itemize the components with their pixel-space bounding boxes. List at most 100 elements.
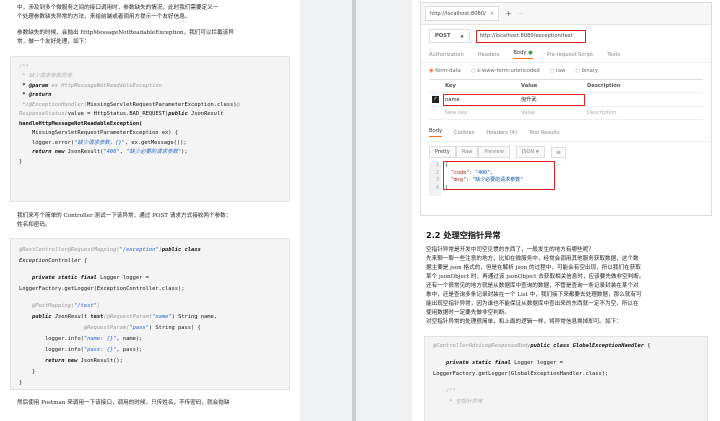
text-line: 空指针异常是开发中司空见惯的东西了，一般发生的地方有哪些呢？ bbox=[426, 247, 594, 253]
code-token: Logger logger = bbox=[510, 360, 563, 366]
code-line: private static final Logger logger = bbox=[433, 358, 699, 369]
tab-body[interactable]: Body ● bbox=[513, 50, 533, 59]
postman-url-row: POST ▼ http://localhost:8080/exception/t… bbox=[421, 25, 711, 47]
code-line: } bbox=[19, 158, 23, 165]
code-token: ex HttpMessageNotReadableException bbox=[48, 82, 162, 89]
code-line: @RestController@RequestMapping("/excepti… bbox=[19, 245, 281, 256]
code-token: "pass" bbox=[129, 325, 149, 332]
json-value: "缺少必要的请求参数" bbox=[472, 177, 524, 183]
radio-selected-icon: ◉ bbox=[429, 68, 434, 74]
code-block-exception-handler: /** * 缺少请求参数异常 * @param ex HttpMessageNo… bbox=[10, 55, 290, 202]
code-token: test bbox=[87, 314, 104, 321]
new-value-placeholder[interactable]: Value bbox=[521, 110, 587, 116]
code-token: */@ExceptionHandler( bbox=[19, 101, 88, 108]
code-line: @PostMapping("/test") bbox=[19, 301, 281, 312]
chevron-down-icon: ▼ bbox=[460, 33, 464, 39]
radio-label: form-data bbox=[435, 68, 461, 74]
code-token: @ControllerAdvice@ResponseBody bbox=[433, 343, 531, 349]
code-line: handleHttpMessageNotReadableException( bbox=[19, 120, 143, 127]
param-row[interactable]: ✓ name 倪升武 bbox=[429, 93, 703, 107]
radio-icon: ○ bbox=[575, 68, 580, 74]
radio-raw[interactable]: ○ raw bbox=[550, 68, 566, 74]
wrap-lines-icon[interactable]: ≡ bbox=[550, 146, 566, 158]
postman-request-tab[interactable]: http://localhost:8080/ × bbox=[425, 6, 500, 21]
code-line: */@ExceptionHandler(MissingServletReques… bbox=[19, 101, 281, 111]
json-line: "msg": "缺少必要的请求参数" bbox=[451, 177, 524, 183]
text-line: 然后使用 Postman 来调用一下该接口，调用的时候，只传姓名，不传密码，就会… bbox=[17, 400, 230, 407]
url-input-value: http://localhost:8080/exception/test bbox=[479, 33, 573, 39]
code-token: public class bbox=[161, 247, 201, 254]
code-token: , name); bbox=[116, 336, 143, 343]
code-token: public bbox=[168, 111, 188, 118]
paragraph-null-pointer: 空指针异常是开发中司空见惯的东西了，一般发生的地方有哪些呢？ 先来聊一聊一些注意… bbox=[412, 246, 720, 327]
code-token: MissingServletRequestParameterException.… bbox=[87, 101, 237, 108]
code-line: * 缺少请求参数异常 bbox=[19, 73, 72, 80]
text-line: 据主要是 json 格式的，但是在解析 json 的过程中，可能会有空出现，所以… bbox=[426, 265, 641, 271]
code-token: , ex.getMessage()); bbox=[124, 139, 187, 146]
code-token: return new bbox=[19, 149, 65, 156]
code-line: * @param ex HttpMessageNotReadableExcept… bbox=[19, 82, 281, 92]
radio-urlencoded[interactable]: ○ x-www-form-urlencoded bbox=[471, 68, 540, 74]
params-table: Key Value Description ✓ name 倪升武 New key… bbox=[429, 79, 703, 120]
raw-button[interactable]: Raw bbox=[455, 146, 479, 158]
tab-headers[interactable]: Headers bbox=[478, 52, 500, 58]
code-line: private static final Logger logger = bbox=[19, 273, 281, 284]
method-select[interactable]: POST ▼ bbox=[429, 29, 470, 43]
code-token: JsonResult( bbox=[64, 149, 104, 156]
more-icon[interactable]: ··· bbox=[518, 11, 523, 17]
code-token: (@RequestParam( bbox=[103, 314, 153, 321]
column-header-key: Key bbox=[445, 83, 456, 89]
paragraph-postman: 然后使用 Postman 来调用一下该接口，调用的时候，只传姓名，不传密码，就会… bbox=[0, 399, 300, 408]
text-line: 常，做一个友好处理，如下： bbox=[17, 39, 90, 46]
text-line: 我们来写个简单的 Controller 测试一下该异常，通过 POST 请求方式… bbox=[17, 212, 232, 219]
text-line: 先来聊一聊一些注意的地方，比如在微服务中，经常会调用其他服务获取数据，这个数 bbox=[426, 256, 639, 262]
tab-authorization[interactable]: Authorization bbox=[429, 52, 464, 58]
text-line: 个处理参数缺失异常的方法，来给前端或者调用方提示一个友好信息。 bbox=[17, 14, 191, 21]
response-tab-headers[interactable]: Headers (4) bbox=[486, 130, 517, 136]
code-line: * 空指针异常 bbox=[433, 399, 483, 405]
radio-label: raw bbox=[555, 68, 566, 74]
radio-icon: ○ bbox=[549, 68, 555, 74]
response-tab-body[interactable]: Body bbox=[429, 128, 443, 137]
code-token: "name: {}" bbox=[83, 336, 117, 343]
code-line: LoggerFactory.getLogger(GlobalExceptionH… bbox=[433, 371, 609, 377]
preview-button[interactable]: Preview bbox=[478, 146, 510, 158]
paragraph-exception: 参数缺失的时候，会抛出 HttpMessageNotReadableExcept… bbox=[0, 29, 300, 48]
new-description-placeholder[interactable]: Description bbox=[587, 110, 617, 116]
code-token: * @return bbox=[19, 92, 52, 99]
new-key-placeholder[interactable]: New key bbox=[445, 110, 521, 116]
code-token: ) String name, bbox=[171, 314, 218, 321]
code-token: ResponseStatus( bbox=[19, 111, 68, 118]
code-line: * @return bbox=[19, 91, 281, 101]
response-tab-cookies[interactable]: Cookies bbox=[454, 130, 474, 136]
new-tab-button[interactable]: + bbox=[505, 9, 512, 18]
code-token: logger.error( bbox=[19, 139, 75, 146]
paragraph-controller: 我们来写个简单的 Controller 测试一下该异常，通过 POST 请求方式… bbox=[0, 212, 300, 231]
code-token: public class bbox=[530, 343, 570, 349]
text-line: 参数缺失的时候，会抛出 HttpMessageNotReadableExcept… bbox=[17, 29, 234, 36]
tab-url-label: http://localhost:8080/ bbox=[430, 10, 486, 17]
code-token: private static final bbox=[433, 360, 511, 366]
tab-tests[interactable]: Tests bbox=[607, 52, 620, 58]
format-select-value: JSON bbox=[521, 149, 535, 155]
section-title: 2.2 处理空指针异常 bbox=[426, 230, 501, 240]
radio-binary[interactable]: ○ binary bbox=[575, 68, 598, 74]
code-block-global-handler: @ControllerAdvice@ResponseBodypublic cla… bbox=[424, 336, 708, 421]
code-line: /** bbox=[19, 63, 29, 70]
scrollbar[interactable] bbox=[352, 0, 356, 421]
new-param-row[interactable]: New key Value Description bbox=[429, 107, 703, 120]
radio-form-data[interactable]: ◉ form-data bbox=[429, 68, 461, 74]
url-input[interactable]: http://localhost:8080/exception/test bbox=[475, 29, 586, 43]
format-select[interactable]: JSON ▼ bbox=[515, 146, 545, 158]
code-token: "缺少必要的请求参数" bbox=[126, 149, 182, 156]
tab-pre-request-script[interactable]: Pre-request Script bbox=[547, 52, 594, 58]
close-icon[interactable]: × bbox=[490, 11, 494, 17]
code-token: public bbox=[19, 314, 52, 321]
column-header-description: Description bbox=[587, 83, 621, 89]
code-token: ) String pass) { bbox=[148, 325, 201, 332]
pretty-button[interactable]: Pretty bbox=[429, 146, 456, 158]
code-token: "缺少请求参数，{}" bbox=[74, 139, 125, 146]
text-line: 使用数据时一定要先做非空判断。 bbox=[426, 310, 510, 316]
response-json-viewer: 1234 { "code": "400", "msg": "缺少必要的请求参数"… bbox=[429, 161, 703, 196]
response-tab-test-results[interactable]: Test Results bbox=[529, 130, 560, 136]
